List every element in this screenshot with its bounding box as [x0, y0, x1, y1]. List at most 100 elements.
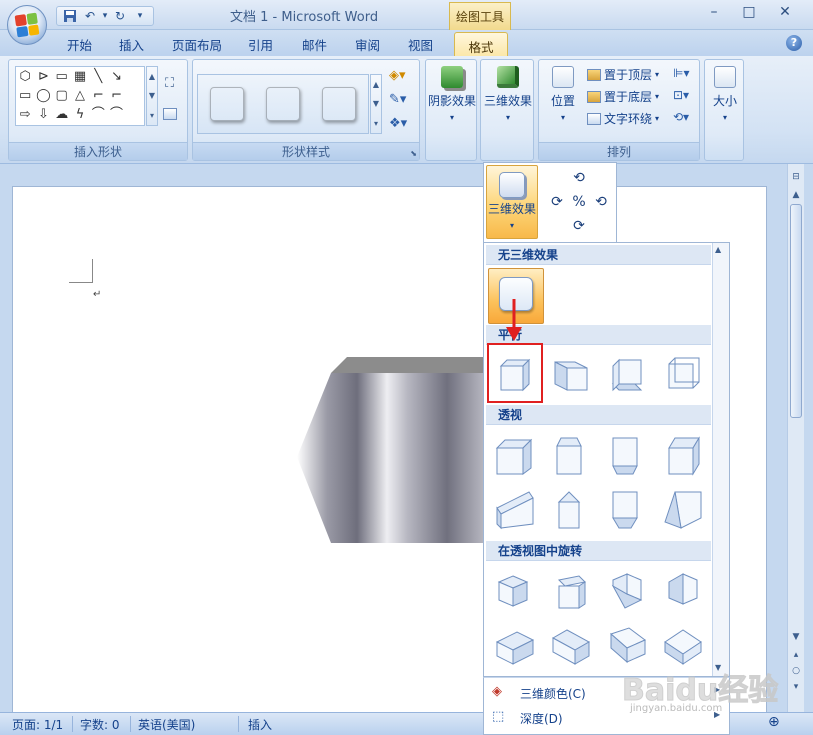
close-button[interactable]: ✕ — [772, 4, 798, 22]
shape-option-icon[interactable]: ╲ — [94, 68, 102, 86]
zoom-in-icon[interactable]: ⊕ — [768, 714, 780, 730]
shape-option-icon[interactable]: ◯ — [36, 87, 51, 105]
shape-option-icon[interactable]: ⬡ — [19, 68, 30, 86]
edit-shape-icon[interactable]: ⛶ — [165, 76, 174, 91]
shape-option-icon[interactable]: ⌐ — [93, 87, 104, 105]
language-indicator[interactable]: 英语(美国) — [138, 716, 195, 733]
gallery-scroll-down[interactable]: ▼ — [715, 663, 721, 672]
perspective-3d-option[interactable] — [658, 485, 708, 535]
tilt-up-icon[interactable]: ⟲ — [570, 169, 588, 187]
perspective-3d-option[interactable] — [490, 485, 540, 535]
undo-icon[interactable]: ↶ — [81, 8, 99, 24]
text-wrapping-button[interactable]: 文字环绕 ▾ — [587, 110, 659, 127]
perspective-3d-option[interactable] — [546, 485, 596, 535]
shape-option-icon[interactable]: ⌒ — [110, 106, 123, 124]
rotate-perspective-3d-option[interactable] — [490, 621, 540, 671]
parallel-3d-option[interactable] — [546, 349, 596, 399]
next-page-button[interactable]: ▾ — [789, 680, 803, 694]
tab-page-layout[interactable]: 页面布局 — [172, 35, 222, 54]
shapes-gallery-scroll[interactable]: ▲ ▼ ▾ — [146, 66, 158, 126]
word-count[interactable]: 字数: 0 — [80, 716, 120, 733]
customize-qat-icon[interactable]: ▾ — [131, 8, 149, 24]
rotate-perspective-3d-option[interactable] — [490, 567, 540, 617]
scroll-thumb[interactable] — [790, 204, 802, 418]
insert-mode-indicator[interactable]: 插入 — [248, 716, 272, 733]
office-button[interactable] — [7, 5, 47, 45]
maximize-button[interactable]: □ — [736, 4, 762, 22]
shape-option-icon[interactable]: ▢ — [56, 87, 68, 105]
style-swatch-black[interactable] — [210, 87, 244, 121]
align-icon[interactable]: ⊫▾ — [673, 66, 689, 80]
text-box-icon[interactable] — [163, 108, 177, 120]
tab-view[interactable]: 视图 — [408, 35, 433, 54]
shape-option-icon[interactable]: ☁ — [55, 106, 68, 124]
gallery-scroll-up[interactable]: ▲ — [715, 245, 721, 254]
tab-mailings[interactable]: 邮件 — [302, 35, 327, 54]
tilt-down-icon[interactable]: ⟳ — [570, 217, 588, 235]
tab-review[interactable]: 审阅 — [355, 35, 380, 54]
tab-insert[interactable]: 插入 — [119, 35, 144, 54]
tab-references[interactable]: 引用 — [248, 35, 273, 54]
tab-home[interactable]: 开始 — [67, 35, 92, 54]
rotate-perspective-3d-option[interactable] — [602, 621, 652, 671]
shape-option-icon[interactable]: ▭ — [19, 87, 31, 105]
menu-3d-color[interactable]: ◈ 三维颜色(C) ▶ — [484, 680, 729, 704]
shadow-effects-button[interactable]: 阴影效果 ▾ — [428, 66, 476, 123]
shape-option-icon[interactable]: ⌒ — [92, 106, 105, 124]
style-swatch-red[interactable] — [322, 87, 356, 121]
tilt-left-icon[interactable]: ⟳ — [548, 193, 566, 211]
rotate-perspective-3d-option[interactable] — [546, 621, 596, 671]
shape-option-icon[interactable]: △ — [75, 87, 85, 105]
shape-styles-gallery[interactable] — [197, 74, 369, 134]
send-to-back-button[interactable]: 置于底层 ▾ — [587, 88, 659, 105]
bring-to-front-button[interactable]: 置于顶层 ▾ — [587, 66, 659, 83]
vertical-scrollbar[interactable]: ⊟ ▲ ▼ ▴ ○ ▾ — [787, 164, 804, 712]
rotate-perspective-3d-option[interactable] — [602, 567, 652, 617]
minimize-button[interactable]: – — [701, 4, 727, 22]
shape-option-icon[interactable]: ⇨ — [20, 106, 31, 124]
shapes-gallery[interactable]: ⬡ ⊳ ▭ ▦ ╲ ↘ ▭ ◯ ▢ △ ⌐ ⌐ ⇨ ⇩ ☁ ϟ ⌒ ⌒ — [15, 66, 145, 126]
change-shape-icon[interactable]: ❖▾ — [389, 116, 407, 131]
gallery-scrollbar[interactable]: ▲ ▼ — [712, 243, 729, 676]
shape-option-icon[interactable]: ⌐ — [111, 87, 122, 105]
redo-icon[interactable]: ↻ — [111, 8, 129, 24]
toggle-3d-icon[interactable]: % — [570, 193, 588, 211]
ruler-toggle-icon[interactable]: ⊟ — [789, 170, 803, 184]
scroll-up-button[interactable]: ▲ — [789, 188, 803, 202]
size-button[interactable]: 大小 ▾ — [707, 66, 743, 123]
rotate-icon[interactable]: ⟲▾ — [673, 110, 689, 124]
styles-gallery-scroll[interactable]: ▲ ▼ ▾ — [370, 74, 382, 134]
rotate-perspective-3d-option[interactable] — [658, 621, 708, 671]
shape-fill-icon[interactable]: ◈▾ — [389, 68, 406, 83]
effects-3d-button[interactable]: 三维效果 ▾ — [483, 66, 533, 123]
parallel-3d-option[interactable] — [602, 349, 652, 399]
shape-option-icon[interactable]: ↘ — [111, 68, 122, 86]
perspective-3d-option[interactable] — [602, 431, 652, 481]
effects-3d-dropdown-button[interactable]: 三维效果 ▾ — [486, 165, 538, 239]
perspective-3d-option[interactable] — [546, 431, 596, 481]
save-icon[interactable] — [61, 8, 79, 24]
browse-object-button[interactable]: ○ — [789, 664, 803, 678]
rotate-perspective-3d-option[interactable] — [546, 567, 596, 617]
shape-option-icon[interactable]: ϟ — [76, 106, 85, 124]
undo-dropdown-icon[interactable]: ▾ — [101, 8, 109, 24]
rotate-perspective-3d-option[interactable] — [658, 567, 708, 617]
shape-option-icon[interactable]: ⊳ — [38, 68, 49, 86]
tab-format[interactable]: 格式 — [454, 32, 508, 57]
perspective-3d-option[interactable] — [658, 431, 708, 481]
previous-page-button[interactable]: ▴ — [789, 648, 803, 662]
shape-outline-icon[interactable]: ✎▾ — [389, 92, 406, 107]
style-swatch-blue[interactable] — [266, 87, 300, 121]
shape-option-icon[interactable]: ⇩ — [38, 106, 49, 124]
hexagon-3d-shape[interactable] — [297, 357, 497, 547]
help-icon[interactable]: ? — [786, 35, 802, 51]
shape-option-icon[interactable]: ▭ — [56, 68, 68, 86]
shape-option-icon[interactable]: ▦ — [74, 68, 86, 86]
perspective-3d-option[interactable] — [490, 431, 540, 481]
group-icon[interactable]: ⊡▾ — [673, 88, 689, 102]
perspective-3d-option[interactable] — [602, 485, 652, 535]
parallel-3d-option[interactable] — [658, 349, 708, 399]
page-count[interactable]: 页面: 1/1 — [12, 716, 63, 733]
scroll-down-button[interactable]: ▼ — [789, 630, 803, 644]
position-button[interactable]: 位置 ▾ — [543, 66, 583, 123]
